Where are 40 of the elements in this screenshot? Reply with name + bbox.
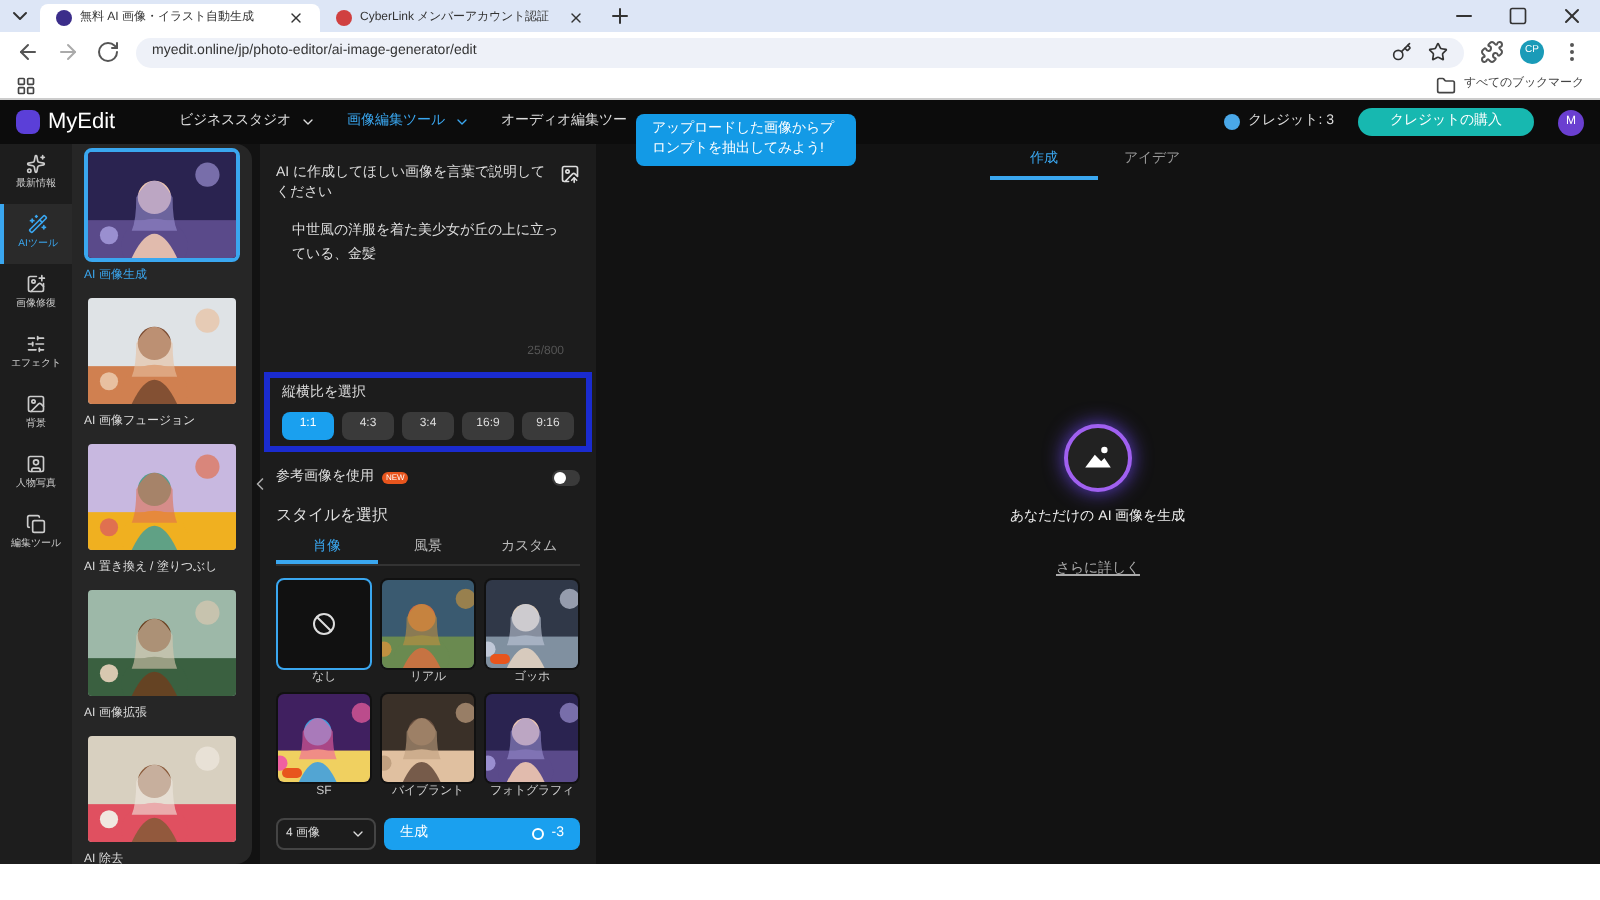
none-icon bbox=[312, 612, 336, 636]
rail-icon bbox=[26, 274, 46, 295]
rail-icon bbox=[26, 334, 46, 355]
style-label: スタイルを選択 bbox=[276, 504, 390, 528]
site-icon bbox=[336, 10, 352, 26]
credit-icon bbox=[1224, 114, 1241, 130]
reference-toggle[interactable] bbox=[552, 469, 580, 486]
logo-text[interactable]: MyEdit bbox=[48, 105, 116, 139]
back-icon[interactable] bbox=[16, 40, 40, 64]
caret-icon bbox=[350, 826, 366, 842]
rail-icon bbox=[26, 514, 46, 535]
rail-icon bbox=[28, 214, 48, 235]
reload-icon[interactable] bbox=[96, 40, 120, 64]
site-icon bbox=[56, 10, 72, 26]
new-badge-icon bbox=[490, 654, 510, 664]
rail-icon bbox=[26, 154, 46, 175]
chevron-down-icon bbox=[453, 114, 470, 130]
style-thumbnail[interactable] bbox=[380, 692, 476, 784]
style-thumbnail[interactable] bbox=[276, 692, 372, 784]
image-icon bbox=[1063, 423, 1132, 491]
restore-icon[interactable] bbox=[1508, 6, 1528, 26]
chevron-down-icon bbox=[299, 114, 316, 130]
style-thumbnail[interactable] bbox=[276, 578, 372, 670]
image-upload-icon[interactable] bbox=[560, 164, 580, 184]
logo-icon bbox=[16, 110, 40, 134]
new-badge-icon bbox=[282, 768, 302, 778]
style-thumbnail[interactable] bbox=[484, 692, 580, 784]
rail-icon bbox=[26, 394, 46, 415]
close-icon[interactable] bbox=[288, 10, 304, 26]
rail-icon bbox=[26, 454, 46, 475]
style-thumbnail[interactable] bbox=[484, 578, 580, 670]
bookmark-star-icon[interactable] bbox=[1428, 42, 1448, 62]
apps-icon[interactable] bbox=[16, 75, 36, 95]
style-thumbnail[interactable] bbox=[380, 578, 476, 670]
key-icon[interactable] bbox=[1392, 42, 1412, 62]
extensions-icon[interactable] bbox=[1480, 40, 1504, 64]
close-icon[interactable] bbox=[568, 10, 584, 26]
folder-icon bbox=[1436, 75, 1456, 95]
new-tab-icon[interactable] bbox=[608, 4, 632, 28]
close-icon[interactable] bbox=[1560, 4, 1584, 28]
